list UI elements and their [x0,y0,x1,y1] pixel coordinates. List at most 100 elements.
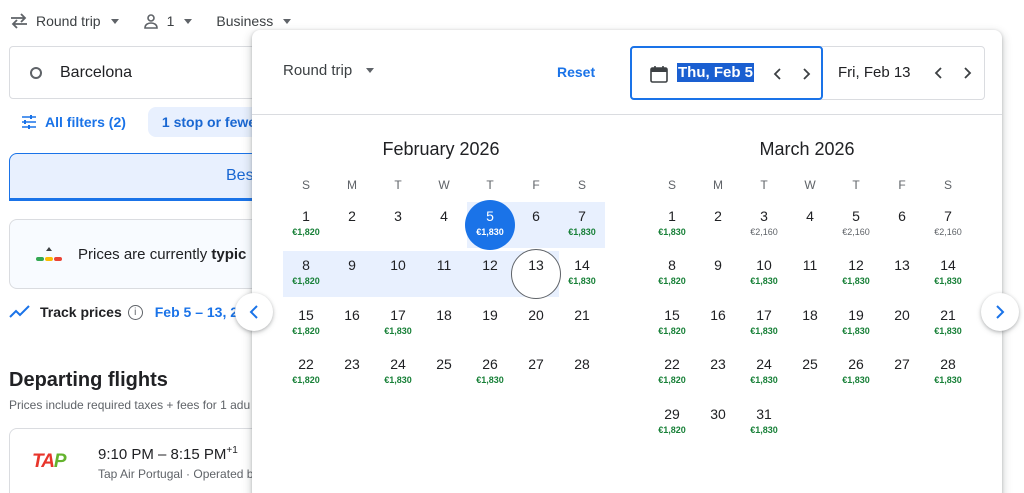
day-number: 27 [894,356,910,372]
calendar-day[interactable]: 16 [329,301,375,347]
info-icon[interactable]: i [127,304,143,320]
calendar-day[interactable]: 27 [879,350,925,396]
calendar-day[interactable]: 25 [421,350,467,396]
calendar-day[interactable]: 22 €1,820 [649,350,695,396]
calendar-day[interactable]: 18 [421,301,467,347]
calendar-day[interactable]: 31 €1,830 [741,400,787,446]
departure-date-field[interactable]: Thu, Feb 5 [630,46,823,100]
trip-type-dropdown[interactable]: Round trip [10,13,119,29]
calendar-day[interactable]: 28 €1,830 [925,350,971,396]
calendar-day[interactable]: 5 €1,830 [467,202,513,248]
calendar-day[interactable]: 13 [879,251,925,297]
calendar-day[interactable]: 24 €1,830 [375,350,421,396]
origin-input[interactable]: Barcelona [9,46,269,99]
day-price: €1,830 [934,276,962,286]
passengers-dropdown[interactable]: 1 [143,13,193,29]
day-number: 31 [756,406,772,422]
previous-month-button[interactable] [235,293,273,331]
calendar-day[interactable]: 19 [467,301,513,347]
calendar-day[interactable]: 1 €1,820 [283,202,329,248]
calendar-day[interactable]: 29 €1,820 [649,400,695,446]
flight-times: 9:10 PM – 8:15 PM+1 [98,445,238,463]
calendar-day[interactable]: 24 €1,830 [741,350,787,396]
reset-button[interactable]: Reset [557,64,595,80]
day-number: 21 [574,307,590,323]
calendar-day[interactable]: 6 [879,202,925,248]
calendar-day[interactable]: 23 [695,350,741,396]
calendar-day[interactable]: 20 [513,301,559,347]
weekday-label: F [532,178,540,192]
calendar-day[interactable]: 10 [375,251,421,297]
calendar-day[interactable]: 27 [513,350,559,396]
day-number: 4 [806,208,814,224]
chevron-left-icon[interactable] [769,65,787,83]
calendar-day[interactable]: 17 €1,830 [375,301,421,347]
day-price: €1,820 [658,425,686,435]
calendar-day[interactable]: 3 €2,160 [741,202,787,248]
calendar-day[interactable]: 12 [467,251,513,297]
day-number: 14 [940,257,956,273]
calendar-day[interactable]: 5 €2,160 [833,202,879,248]
cabin-class-dropdown[interactable]: Business [216,13,292,29]
departure-date-value: Thu, Feb 5 [677,63,754,82]
chevron-left-icon[interactable] [930,64,948,82]
calendar-day[interactable]: 23 [329,350,375,396]
calendar-day[interactable]: 2 [329,202,375,248]
calendar-day[interactable]: 14 €1,830 [925,251,971,297]
calendar-day[interactable]: 26 €1,830 [833,350,879,396]
calendar-day[interactable]: 15 €1,820 [283,301,329,347]
calendar-day[interactable]: 11 [787,251,833,297]
calendar-day[interactable]: 25 [787,350,833,396]
calendar-day[interactable]: 30 [695,400,741,446]
chevron-right-icon[interactable] [958,64,976,82]
calendar-day[interactable]: 10 €1,830 [741,251,787,297]
calendar-day[interactable]: 9 [329,251,375,297]
calendar-day[interactable]: 17 €1,830 [741,301,787,347]
origin-value: Barcelona [60,63,133,81]
calendar-day[interactable]: 22 €1,820 [283,350,329,396]
chevron-left-icon [249,305,258,319]
weekday-label: S [577,178,586,192]
calendar-day[interactable]: 21 €1,830 [925,301,971,347]
calendar-day[interactable]: 6 [513,202,559,248]
day-price: €1,830 [476,227,504,237]
flight-result-card[interactable]: TAP 9:10 PM – 8:15 PM+1 Tap Air Portugal… [9,428,289,493]
calendar-day[interactable]: 8 €1,820 [283,251,329,297]
calendar-day[interactable]: 16 [695,301,741,347]
return-date-value[interactable]: Fri, Feb 13 [838,64,911,81]
calendar-day[interactable]: 2 [695,202,741,248]
chevron-down-icon [110,18,119,24]
next-month-button[interactable] [981,293,1019,331]
calendar-day[interactable]: 4 [421,202,467,248]
calendar-day[interactable]: 20 [879,301,925,347]
calendar-day[interactable]: 9 [695,251,741,297]
chevron-right-icon[interactable] [797,65,815,83]
sliders-icon [22,115,36,129]
calendar-day[interactable]: 13 [513,251,559,297]
calendar-day[interactable]: 7 €2,160 [925,202,971,248]
calendar-day[interactable]: 28 [559,350,605,396]
calendar-day[interactable]: 19 €1,830 [833,301,879,347]
calendar-day[interactable]: 4 [787,202,833,248]
day-number: 1 [668,208,676,224]
calendar-day[interactable]: 3 [375,202,421,248]
calendar-day[interactable]: 18 [787,301,833,347]
calendar-day[interactable]: 14 €1,830 [559,251,605,297]
calendar-day[interactable]: 12 €1,830 [833,251,879,297]
tab-best[interactable]: Bes [9,153,289,201]
day-number: 2 [348,208,356,224]
calendar-day[interactable]: 11 [421,251,467,297]
picker-trip-type-dropdown[interactable]: Round trip [283,62,375,79]
calendar-day[interactable]: 1 €1,830 [649,202,695,248]
day-number: 4 [440,208,448,224]
day-price: €1,830 [934,326,962,336]
all-filters-button[interactable]: All filters (2) [9,114,126,130]
day-price: €1,830 [384,375,412,385]
calendar-day[interactable]: 8 €1,820 [649,251,695,297]
calendar-day[interactable]: 15 €1,820 [649,301,695,347]
calendar-day[interactable]: 26 €1,830 [467,350,513,396]
calendar-day[interactable]: 21 [559,301,605,347]
day-price: €1,830 [750,276,778,286]
trip-type-label: Round trip [36,13,101,29]
calendar-day[interactable]: 7 €1,830 [559,202,605,248]
